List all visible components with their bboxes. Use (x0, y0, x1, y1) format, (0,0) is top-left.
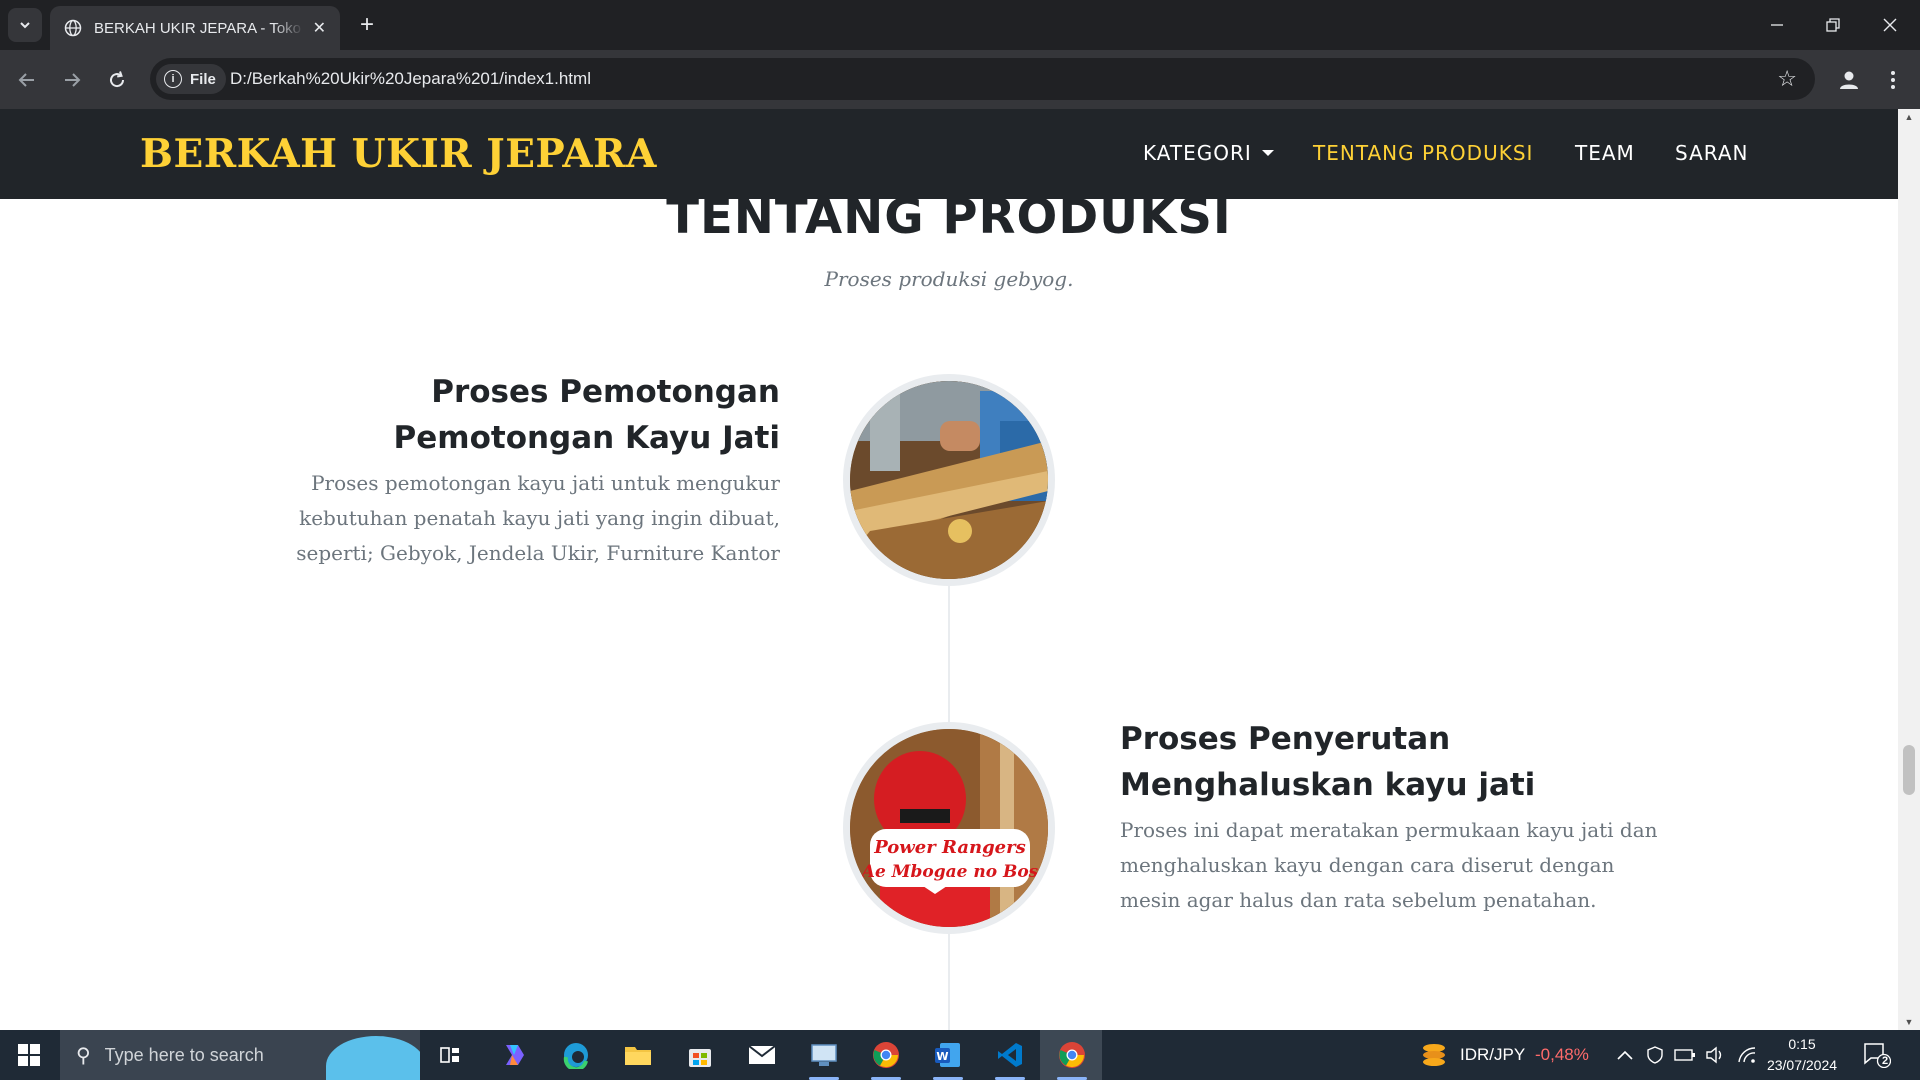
word-icon[interactable]: W (931, 1038, 965, 1080)
browser-tab[interactable]: BERKAH UKIR JEPARA - Toko Mebel Jepara ✕ (50, 6, 340, 50)
minimize-icon (1771, 24, 1783, 26)
bookmark-star-icon[interactable]: ☆ (1777, 66, 1797, 92)
currency-widget-icon[interactable] (1417, 1038, 1451, 1072)
page-viewport: BERKAH UKIR JEPARA KATEGORI TENTANG PROD… (0, 109, 1920, 1030)
timeline-item-2-body-line1: Proses ini dapat meratakan permukaan kay… (1120, 818, 1658, 842)
scroll-thumb[interactable] (1903, 745, 1915, 795)
tab-title: BERKAH UKIR JEPARA - Toko Mebel Jepara (94, 19, 304, 37)
timeline-item-2-body-line2: menghaluskan kayu dengan cara diserut de… (1120, 853, 1615, 877)
currency-pair[interactable]: IDR/JPY (1460, 1045, 1525, 1065)
chrome-icon[interactable] (869, 1038, 903, 1080)
tab-search-button[interactable] (8, 8, 42, 42)
clock-date: 23/07/2024 (1766, 1057, 1838, 1073)
notification-center-button[interactable]: 2 (1860, 1038, 1894, 1072)
clock-time: 0:15 (1788, 1036, 1816, 1052)
battery-icon[interactable] (1668, 1038, 1702, 1072)
timeline-item-2-image: Power Rangers Ae Mbogae no Bos (843, 722, 1055, 934)
windows-logo-icon (18, 1044, 40, 1066)
wifi-icon[interactable] (1730, 1038, 1764, 1072)
microsoft-store-icon[interactable] (683, 1038, 717, 1072)
mail-icon[interactable] (745, 1038, 779, 1072)
nav-kategori[interactable]: KATEGORI (1143, 141, 1274, 165)
site-brand[interactable]: BERKAH UKIR JEPARA (140, 131, 657, 177)
restore-icon (1826, 18, 1840, 32)
timeline-item-1-title-line2: Pemotongan Kayu Jati (393, 420, 780, 456)
nav-team[interactable]: TEAM (1575, 141, 1635, 165)
task-view-icon[interactable] (433, 1038, 467, 1072)
browser-tab-bar: BERKAH UKIR JEPARA - Toko Mebel Jepara ✕… (0, 0, 1920, 50)
person-icon (1840, 71, 1858, 89)
taskbar-search[interactable]: ⚲ Type here to search (60, 1030, 420, 1080)
reload-button[interactable] (100, 63, 134, 97)
timeline-item-1-image (843, 374, 1055, 586)
timeline-item-1-body-line3: seperti; Gebyok, Jendela Ukir, Furniture… (296, 541, 780, 565)
edge-icon[interactable] (559, 1038, 593, 1072)
file-explorer-icon[interactable] (621, 1038, 655, 1072)
power-ranger-photo: Power Rangers Ae Mbogae no Bos (850, 729, 1048, 927)
remote-desktop-icon[interactable] (807, 1038, 841, 1080)
arrow-left-icon (18, 73, 34, 87)
scroll-down-arrow-icon[interactable]: ▼ (1898, 1014, 1920, 1030)
globe-icon (64, 19, 82, 37)
scroll-up-arrow-icon[interactable]: ▲ (1898, 109, 1920, 125)
timeline-item-1-body-line1: Proses pemotongan kayu jati untuk menguk… (311, 471, 780, 495)
svg-text:W: W (936, 1050, 948, 1063)
image-caption-line1: Power Rangers (873, 837, 1026, 858)
profile-button[interactable] (1832, 63, 1866, 97)
vscode-icon[interactable] (993, 1038, 1027, 1080)
timeline-item-1-body-line2: kebutuhan penatah kayu jati yang ingin d… (299, 506, 780, 530)
system-clock[interactable]: 0:15 23/07/2024 (1762, 1034, 1842, 1076)
nav-saran[interactable]: SARAN (1675, 141, 1748, 165)
timeline-item-1-title-line1: Proses Pemotongan (431, 374, 780, 410)
forward-button[interactable] (55, 63, 89, 97)
browser-toolbar: i File D:/Berkah%20Ukir%20Jepara%201/ind… (0, 50, 1920, 109)
url-text[interactable]: D:/Berkah%20Ukir%20Jepara%201/index1.htm… (230, 69, 591, 89)
taskbar-search-placeholder: Type here to search (104, 1044, 264, 1065)
page-scrollbar[interactable]: ▲ ▼ (1898, 109, 1920, 1030)
start-button[interactable] (0, 1030, 58, 1080)
info-icon: i (164, 70, 182, 88)
close-icon (1883, 18, 1897, 32)
notification-count: 2 (1882, 1055, 1889, 1067)
address-bar[interactable]: i File D:/Berkah%20Ukir%20Jepara%201/ind… (150, 58, 1815, 100)
volume-icon[interactable] (1698, 1038, 1732, 1072)
timeline-item-1-title: Proses Pemotongan Pemotongan Kayu Jati (300, 369, 780, 461)
restore-button[interactable] (1813, 8, 1853, 42)
timeline-item-2-title-line2: Menghaluskan kayu jati (1120, 767, 1536, 803)
timeline-item-1-body: Proses pemotongan kayu jati untuk menguk… (260, 466, 780, 571)
caret-down-icon (1261, 149, 1274, 156)
minimize-button[interactable] (1757, 8, 1797, 42)
currency-change: -0,48% (1535, 1045, 1589, 1064)
close-tab-icon[interactable]: ✕ (313, 18, 326, 38)
timeline-item-2-title: Proses Penyerutan Menghaluskan kayu jati (1120, 716, 1680, 808)
copilot-icon[interactable] (497, 1038, 531, 1072)
chrome-active-icon[interactable] (1055, 1038, 1089, 1080)
site-navbar: BERKAH UKIR JEPARA KATEGORI TENTANG PROD… (0, 109, 1898, 199)
reload-icon (110, 71, 125, 88)
new-tab-button[interactable]: + (352, 10, 382, 40)
section-subheading: Proses produksi gebyog. (824, 267, 1074, 291)
arrow-right-icon (65, 73, 81, 87)
chevron-up-icon[interactable] (1608, 1038, 1642, 1072)
timeline-item-2-body-line3: mesin agar halus dan rata sebelum penata… (1120, 888, 1597, 912)
wood-cutting-photo (850, 381, 1048, 579)
site-info-chip[interactable]: i File (156, 64, 226, 94)
chevron-down-icon (20, 22, 30, 29)
timeline-item-2-title-line1: Proses Penyerutan (1120, 721, 1451, 757)
windows-taskbar: ⚲ Type here to search W IDR/JPY -0,48% 0… (0, 1030, 1920, 1080)
back-button[interactable] (10, 63, 44, 97)
search-icon: ⚲ (76, 1044, 91, 1067)
image-caption-line2: Ae Mbogae no Bos (860, 862, 1039, 882)
nav-tentang-produksi[interactable]: TENTANG PRODUKSI (1313, 141, 1533, 165)
nav-kategori-label: KATEGORI (1143, 141, 1252, 165)
timeline-item-2-body: Proses ini dapat meratakan permukaan kay… (1120, 813, 1680, 918)
browser-menu-button[interactable] (1878, 63, 1908, 97)
security-icon[interactable] (1638, 1038, 1672, 1072)
search-highlight-illustration (326, 1036, 420, 1080)
site-info-label: File (190, 70, 216, 88)
close-window-button[interactable] (1870, 8, 1910, 42)
more-vert-icon (1891, 71, 1895, 89)
